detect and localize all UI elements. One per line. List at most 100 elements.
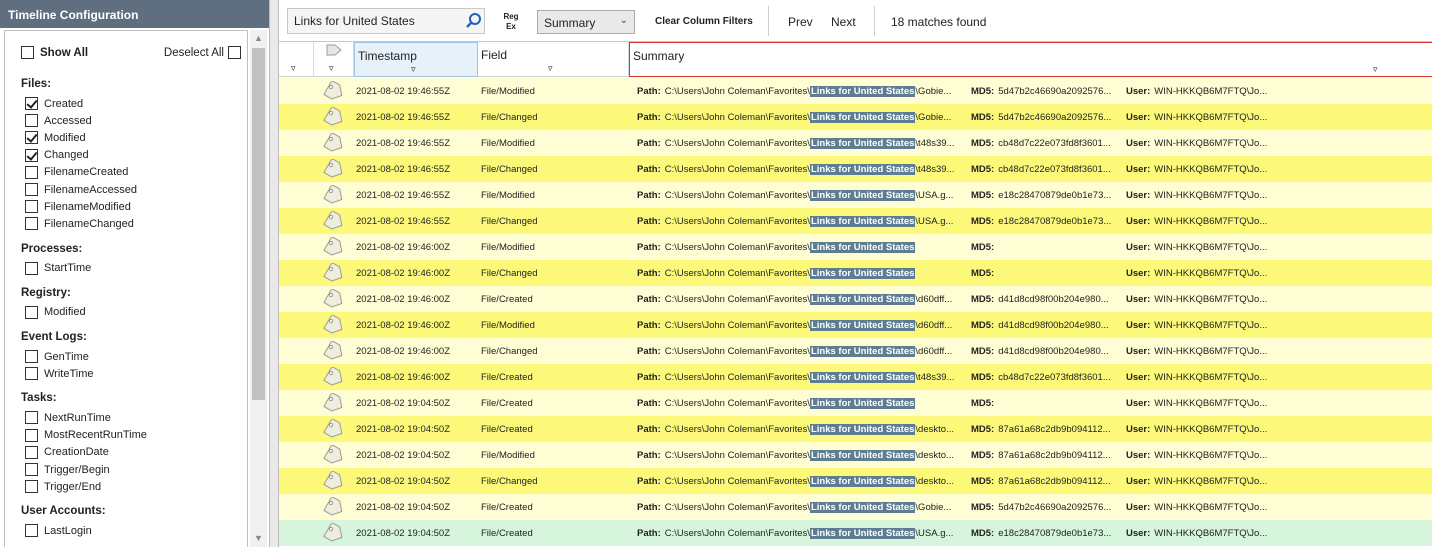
- filter-checkbox-modified[interactable]: Modified: [25, 130, 86, 145]
- table-row[interactable]: 2021-08-02 19:46:00Z File/Modified Path: C:…: [279, 312, 1432, 338]
- filter-icon[interactable]: ▿: [411, 64, 416, 75]
- filter-checkbox-filenamechanged[interactable]: FilenameChanged: [25, 216, 134, 231]
- tag-icon[interactable]: [323, 365, 345, 390]
- path-suffix: \deskto...: [915, 424, 954, 435]
- checkbox-checked[interactable]: [25, 131, 38, 145]
- column-header-summary[interactable]: Summary ▿: [629, 42, 1432, 77]
- checkbox-unchecked[interactable]: [25, 200, 38, 214]
- tag-icon[interactable]: [323, 79, 345, 104]
- checkbox-unchecked[interactable]: [25, 367, 38, 381]
- tag-icon[interactable]: [323, 417, 345, 442]
- checkbox-checked[interactable]: [25, 148, 38, 162]
- table-row[interactable]: 2021-08-02 19:46:55Z File/Modified Path: C:…: [279, 78, 1432, 104]
- filter-checkbox-changed[interactable]: Changed: [25, 148, 89, 163]
- table-row[interactable]: 2021-08-02 19:46:00Z File/Changed Path: C:\…: [279, 338, 1432, 364]
- table-row[interactable]: 2021-08-02 19:46:00Z File/Modified Path: C:…: [279, 234, 1432, 260]
- filter-checkbox-nextruntime[interactable]: NextRunTime: [25, 410, 111, 425]
- table-row[interactable]: 2021-08-02 19:46:00Z File/Created Path: C:\…: [279, 364, 1432, 390]
- table-row[interactable]: 2021-08-02 19:04:50Z File/Modified Path: C:…: [279, 442, 1432, 468]
- checkbox-unchecked[interactable]: [25, 261, 38, 275]
- filter-checkbox-trigger-begin[interactable]: Trigger/Begin: [25, 462, 110, 477]
- filter-icon[interactable]: ▿: [1373, 64, 1378, 75]
- show-all-checkbox[interactable]: Show All: [21, 46, 88, 59]
- left-scrollbar[interactable]: ▲ ▼: [250, 30, 267, 547]
- chevron-down-icon[interactable]: ⌄: [620, 15, 628, 26]
- tag-icon[interactable]: [323, 495, 345, 520]
- tag-icon[interactable]: [323, 443, 345, 468]
- search-input[interactable]: Links for United States: [287, 8, 485, 34]
- search-icon[interactable]: [464, 11, 484, 31]
- next-button[interactable]: Next: [831, 15, 856, 29]
- scroll-thumb[interactable]: [252, 48, 265, 400]
- search-value[interactable]: Links for United States: [294, 14, 464, 28]
- view-select[interactable]: Summary ⌄: [537, 10, 635, 34]
- tag-icon[interactable]: [323, 183, 345, 208]
- filter-checkbox-lastlogin[interactable]: LastLogin: [25, 523, 92, 538]
- filter-checkbox-accessed[interactable]: Accessed: [25, 113, 92, 128]
- filter-checkbox-created[interactable]: Created: [25, 96, 83, 111]
- prev-button[interactable]: Prev: [788, 15, 813, 29]
- table-row[interactable]: 2021-08-02 19:04:50Z File/Created Path: C:\…: [279, 494, 1432, 520]
- table-row[interactable]: 2021-08-02 19:46:55Z File/Changed Path: C:\…: [279, 104, 1432, 130]
- tag-icon[interactable]: [323, 469, 345, 494]
- md5-label: MD5:: [971, 86, 995, 97]
- filter-icon[interactable]: ▿: [329, 63, 334, 74]
- checkbox-unchecked[interactable]: [25, 165, 38, 179]
- filter-checkbox-mostrecentruntime[interactable]: MostRecentRunTime: [25, 428, 147, 443]
- checkbox-checked[interactable]: [25, 97, 38, 110]
- checkbox-unchecked[interactable]: [25, 463, 38, 476]
- table-row[interactable]: 2021-08-02 19:04:50Z File/Created Path: C:\…: [279, 520, 1432, 546]
- filter-checkbox-gentime[interactable]: GenTime: [25, 349, 89, 364]
- tag-icon[interactable]: [323, 287, 345, 312]
- checkbox-unchecked[interactable]: [25, 524, 38, 538]
- checkbox-unchecked[interactable]: [25, 445, 38, 459]
- checkbox-unchecked[interactable]: [25, 217, 38, 231]
- column-header-timestamp[interactable]: Timestamp ▿: [354, 42, 478, 77]
- filter-checkbox-writetime[interactable]: WriteTime: [25, 366, 94, 381]
- regex-toggle-button[interactable]: Reg Ex: [501, 12, 521, 32]
- checkbox-unchecked[interactable]: [25, 411, 38, 425]
- filter-icon[interactable]: ▿: [548, 63, 553, 74]
- filter-checkbox-creationdate[interactable]: CreationDate: [25, 445, 109, 460]
- checkbox-unchecked[interactable]: [25, 428, 38, 442]
- column-header-tag[interactable]: ▿: [314, 42, 354, 77]
- tag-icon[interactable]: [323, 235, 345, 260]
- deselect-all-checkbox[interactable]: Deselect All: [164, 46, 241, 59]
- checkbox-unchecked[interactable]: [25, 183, 38, 196]
- tag-icon[interactable]: [323, 339, 345, 364]
- filter-checkbox-filenameaccessed[interactable]: FilenameAccessed: [25, 182, 137, 197]
- filter-checkbox-filenamecreated[interactable]: FilenameCreated: [25, 165, 128, 180]
- filter-checkbox-trigger-end[interactable]: Trigger/End: [25, 479, 101, 494]
- table-row[interactable]: 2021-08-02 19:46:00Z File/Created Path: C:\…: [279, 286, 1432, 312]
- table-row[interactable]: 2021-08-02 19:46:55Z File/Modified Path: C:…: [279, 130, 1432, 156]
- tag-icon[interactable]: [323, 391, 345, 416]
- scroll-down-icon[interactable]: ▼: [250, 530, 267, 547]
- tag-icon[interactable]: [323, 521, 345, 546]
- filter-icon[interactable]: ▿: [291, 63, 296, 74]
- tag-icon[interactable]: [323, 261, 345, 286]
- column-header-field[interactable]: Field ▿: [478, 42, 629, 77]
- checkbox-unchecked[interactable]: [25, 114, 38, 128]
- tag-icon[interactable]: [323, 313, 345, 338]
- show-all-box[interactable]: [21, 46, 34, 59]
- tag-icon[interactable]: [323, 105, 345, 130]
- table-row[interactable]: 2021-08-02 19:04:50Z File/Created Path: C:\…: [279, 390, 1432, 416]
- table-row[interactable]: 2021-08-02 19:04:50Z File/Created Path: C:\…: [279, 416, 1432, 442]
- deselect-all-box[interactable]: [228, 46, 241, 59]
- tag-icon[interactable]: [323, 209, 345, 234]
- filter-checkbox-starttime[interactable]: StartTime: [25, 261, 91, 276]
- checkbox-unchecked[interactable]: [25, 480, 38, 494]
- table-row[interactable]: 2021-08-02 19:46:00Z File/Changed Path: C:\…: [279, 260, 1432, 286]
- checkbox-unchecked[interactable]: [25, 305, 38, 319]
- tag-icon[interactable]: [323, 157, 345, 182]
- checkbox-unchecked[interactable]: [25, 350, 38, 363]
- scroll-up-icon[interactable]: ▲: [250, 30, 267, 47]
- filter-checkbox-modified[interactable]: Modified: [25, 305, 86, 320]
- table-row[interactable]: 2021-08-02 19:46:55Z File/Changed Path: C:\…: [279, 208, 1432, 234]
- table-row[interactable]: 2021-08-02 19:04:50Z File/Changed Path: C:\…: [279, 468, 1432, 494]
- table-row[interactable]: 2021-08-02 19:46:55Z File/Changed Path: C:\…: [279, 156, 1432, 182]
- clear-column-filters-button[interactable]: Clear Column Filters: [655, 16, 753, 27]
- table-row[interactable]: 2021-08-02 19:46:55Z File/Modified Path: C:…: [279, 182, 1432, 208]
- tag-icon[interactable]: [323, 131, 345, 156]
- filter-checkbox-filenamemodified[interactable]: FilenameModified: [25, 199, 131, 214]
